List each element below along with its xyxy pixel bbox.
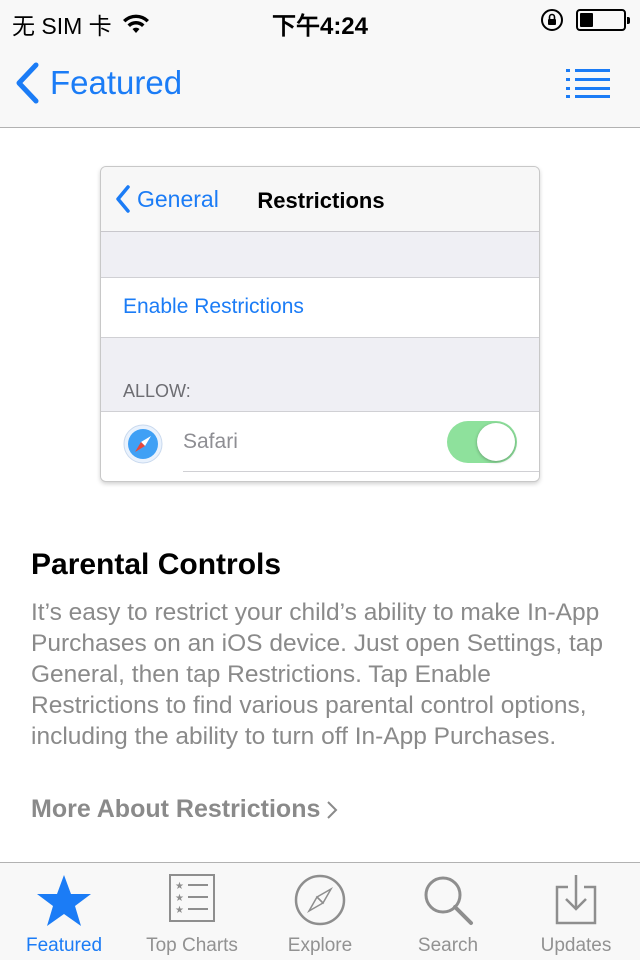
article-body: It’s easy to restrict your child’s abili…: [31, 599, 604, 750]
svg-text:★: ★: [175, 893, 184, 904]
list-icon: ★ ★ ★: [169, 874, 215, 922]
tab-search[interactable]: Search: [384, 863, 512, 960]
hero-title-text: Restrictions: [257, 188, 385, 213]
status-right: [540, 8, 630, 32]
hero-section-header: ALLOW:: [123, 381, 191, 401]
search-icon: [424, 876, 473, 925]
hero-safari-row: Safari: [101, 412, 539, 481]
chevron-right-icon: [327, 800, 338, 819]
tab-top-charts[interactable]: ★ ★ ★ Top Charts: [128, 863, 256, 960]
tab-bar: Featured ★ ★ ★ Top Charts Explore Search: [0, 862, 640, 960]
hero-enable-restrictions: Enable Restrictions: [101, 278, 539, 338]
battery-fill: [580, 13, 593, 27]
nav-bar: Featured: [0, 40, 640, 128]
star-icon: [37, 875, 91, 926]
tab-label: Search: [417, 935, 479, 956]
hero-nav-bar: General Restrictions: [101, 167, 539, 232]
tab-updates[interactable]: Updates: [512, 863, 640, 960]
more-link-label: More About Restrictions: [31, 795, 321, 823]
compass-icon: [294, 874, 346, 926]
article-title: Parental Controls: [31, 548, 282, 581]
tab-featured[interactable]: Featured: [0, 863, 128, 960]
more-about-restrictions-link[interactable]: More About Restrictions: [31, 795, 338, 824]
rotation-lock-icon: [541, 9, 563, 31]
safari-icon: [123, 424, 163, 464]
hero-title: Restrictions: [101, 188, 539, 214]
tab-label: Explore: [287, 935, 353, 956]
tab-label: Top Charts: [146, 935, 238, 956]
list-menu-button[interactable]: [566, 68, 610, 103]
svg-text:★: ★: [175, 881, 184, 892]
battery-icon: [576, 9, 630, 31]
back-button[interactable]: Featured: [14, 62, 182, 104]
tab-label: Featured: [25, 935, 103, 956]
back-button-label: Featured: [50, 64, 183, 101]
chevron-left-icon: [16, 62, 39, 104]
tab-explore[interactable]: Explore: [256, 863, 384, 960]
download-icon: [555, 875, 597, 925]
hero-image: General Restrictions Enable Restrictions…: [100, 166, 540, 482]
status-bar: 无 SIM 卡 下午4:24: [0, 0, 640, 40]
tab-label: Updates: [540, 935, 612, 956]
hero-safari-toggle: [447, 421, 517, 463]
list-icon: [566, 69, 610, 98]
hero-section: ALLOW:: [101, 338, 539, 412]
svg-text:★: ★: [175, 905, 184, 916]
toggle-knob: [477, 423, 515, 461]
hero-spacer: [101, 232, 539, 278]
hero-safari-label: Safari: [183, 430, 238, 453]
divider: [183, 471, 539, 472]
